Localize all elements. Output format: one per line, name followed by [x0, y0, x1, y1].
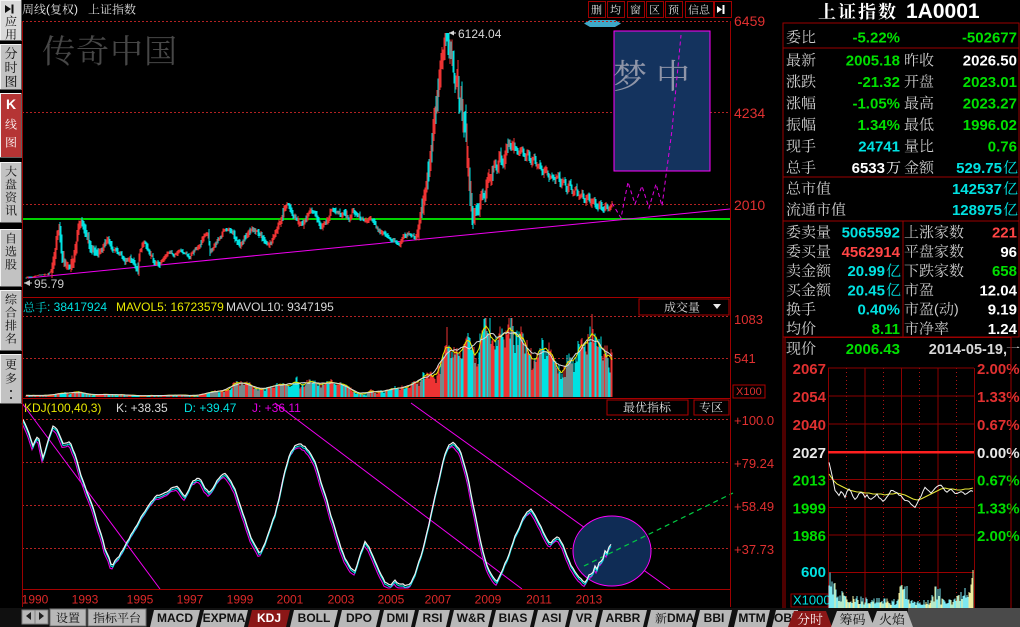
svg-text:+100.0: +100.0	[734, 413, 774, 428]
svg-text:VR: VR	[576, 611, 593, 625]
svg-text:2005: 2005	[378, 593, 405, 607]
svg-text:2054: 2054	[793, 389, 827, 406]
svg-text:1.24: 1.24	[988, 321, 1018, 338]
svg-text:2009: 2009	[475, 593, 502, 607]
svg-text:600: 600	[801, 564, 826, 581]
svg-text:K: K	[6, 96, 16, 112]
svg-text:-1.05%: -1.05%	[852, 96, 900, 113]
svg-text:EXPMA: EXPMA	[203, 611, 246, 625]
svg-text:95.79: 95.79	[34, 277, 64, 291]
svg-text:24741: 24741	[858, 139, 900, 156]
svg-text:2026.50: 2026.50	[963, 53, 1017, 70]
svg-text:1986: 1986	[793, 528, 826, 545]
svg-text:1993: 1993	[72, 593, 99, 607]
svg-text:2.00%: 2.00%	[977, 528, 1020, 545]
svg-text:ASI: ASI	[541, 611, 561, 625]
svg-text:658: 658	[992, 263, 1017, 280]
svg-text:BBI: BBI	[704, 611, 725, 625]
svg-text:DMI: DMI	[387, 611, 409, 625]
svg-text:MTM: MTM	[738, 611, 765, 625]
svg-text:2003: 2003	[328, 593, 355, 607]
svg-text:0.40%: 0.40%	[857, 302, 900, 319]
svg-text:128975: 128975	[952, 202, 1002, 219]
svg-text:6124.04: 6124.04	[458, 27, 502, 41]
svg-text:0.67%: 0.67%	[977, 417, 1020, 434]
svg-text:2001: 2001	[277, 593, 304, 607]
svg-text:2067: 2067	[793, 361, 826, 378]
svg-text:2011: 2011	[526, 593, 552, 607]
svg-text:(: (	[934, 301, 939, 317]
svg-text:1A0001: 1A0001	[906, 0, 980, 23]
svg-text:221: 221	[992, 225, 1017, 242]
svg-text:DPO: DPO	[346, 611, 372, 625]
svg-text:MAVOL10: 9347195: MAVOL10: 9347195	[226, 300, 334, 314]
svg-text:1996.02: 1996.02	[963, 117, 1017, 134]
svg-text:KDJ(100,40,3): KDJ(100,40,3)	[24, 401, 101, 415]
svg-text:529.75: 529.75	[956, 160, 1002, 177]
svg-text:-21.32: -21.32	[857, 74, 900, 91]
svg-text:96: 96	[1000, 244, 1017, 261]
svg-text:1083: 1083	[734, 312, 763, 327]
svg-text:0.00%: 0.00%	[977, 445, 1020, 462]
svg-text:9.19: 9.19	[988, 302, 1017, 319]
svg-text:X100: X100	[736, 386, 762, 398]
svg-text:2010: 2010	[734, 197, 765, 213]
svg-text:12.04: 12.04	[979, 282, 1017, 299]
svg-text:2023.27: 2023.27	[963, 96, 1017, 113]
svg-text:J: +36.11: J: +36.11	[252, 401, 301, 415]
svg-text:4562914: 4562914	[842, 244, 901, 261]
svg-text:2023.01: 2023.01	[963, 74, 1017, 91]
svg-text:142537: 142537	[952, 181, 1002, 198]
svg-text:RSI: RSI	[422, 611, 442, 625]
svg-text:1.33%: 1.33%	[977, 389, 1020, 406]
svg-text:2005.18: 2005.18	[846, 53, 900, 70]
svg-text:ARBR: ARBR	[606, 611, 641, 625]
svg-text:5065592: 5065592	[842, 225, 900, 242]
svg-text:20.45: 20.45	[847, 282, 885, 299]
svg-text:1999: 1999	[227, 593, 254, 607]
svg-text:1.33%: 1.33%	[977, 500, 1020, 517]
svg-text:(: (	[46, 2, 50, 16]
svg-text:2013: 2013	[793, 473, 826, 490]
svg-text:1.34%: 1.34%	[857, 117, 900, 134]
svg-text:MAVOL5: 16723579: MAVOL5: 16723579	[116, 300, 224, 314]
svg-text:4234: 4234	[734, 105, 765, 121]
svg-text:-502677: -502677	[962, 30, 1017, 47]
svg-text:-5.22%: -5.22%	[852, 30, 900, 47]
svg-text:1995: 1995	[127, 593, 154, 607]
svg-text:: 38417924: : 38417924	[47, 300, 107, 314]
svg-text:MACD: MACD	[157, 611, 193, 625]
svg-text:BIAS: BIAS	[499, 611, 528, 625]
svg-text:1999: 1999	[793, 500, 826, 517]
svg-text:2040: 2040	[793, 417, 826, 434]
svg-text:W&R: W&R	[457, 611, 486, 625]
svg-text:+58.49: +58.49	[734, 499, 774, 514]
svg-text:541: 541	[734, 351, 756, 366]
svg-text:6459: 6459	[734, 13, 765, 29]
svg-text:20.99: 20.99	[847, 263, 885, 280]
svg-text:2007: 2007	[425, 593, 452, 607]
svg-text:BOLL: BOLL	[298, 611, 331, 625]
svg-text:2027: 2027	[793, 445, 826, 462]
svg-text:): )	[74, 2, 78, 16]
svg-text:2.00%: 2.00%	[977, 361, 1020, 378]
svg-text:0.76: 0.76	[988, 139, 1017, 156]
svg-text:D: +39.47: D: +39.47	[184, 401, 237, 415]
svg-text:0.67%: 0.67%	[977, 473, 1020, 490]
svg-text:2006.43: 2006.43	[846, 341, 900, 358]
svg-text:): )	[954, 301, 959, 317]
svg-text:+79.24: +79.24	[734, 456, 774, 471]
svg-text:+37.73: +37.73	[734, 542, 774, 557]
svg-text:2013: 2013	[576, 593, 603, 607]
svg-text:DMA: DMA	[667, 611, 695, 625]
svg-text:K: +38.35: K: +38.35	[116, 401, 168, 415]
svg-text:2014-05-19,: 2014-05-19,	[929, 342, 1007, 358]
svg-text:1990: 1990	[22, 593, 49, 607]
svg-text:1997: 1997	[177, 593, 204, 607]
svg-text:8.11: 8.11	[872, 321, 900, 338]
svg-text:X1000: X1000	[793, 593, 831, 608]
svg-text:KDJ: KDJ	[257, 611, 281, 625]
svg-text:6533: 6533	[852, 160, 885, 177]
